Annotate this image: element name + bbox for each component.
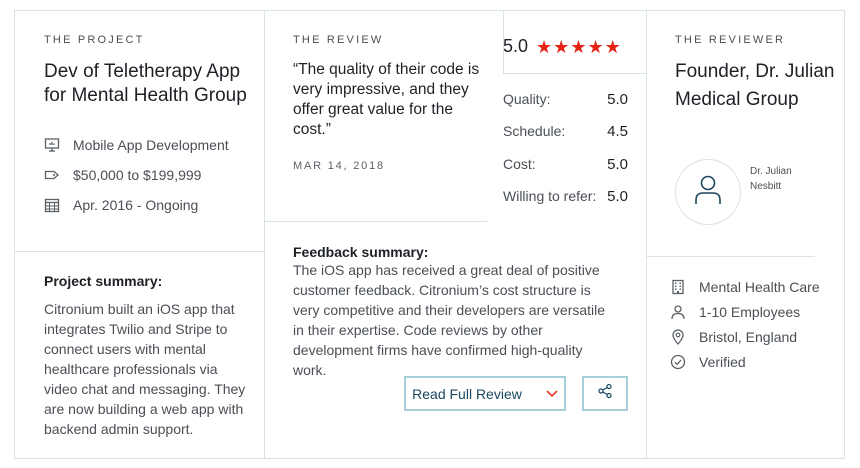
project-divider — [15, 251, 264, 252]
reviewer-meta-size: 1-10 Employees — [670, 302, 830, 322]
reviewer-meta-text: Mental Health Care — [699, 279, 820, 295]
user-icon — [693, 174, 723, 211]
share-button[interactable] — [582, 376, 628, 411]
avatar — [675, 159, 741, 225]
review-eyebrow: THE REVIEW — [293, 34, 384, 46]
rating-willing-to-refer: Willing to refer: 5.0 — [503, 188, 628, 205]
review-section: THE REVIEW “The quality of their code is… — [293, 34, 493, 172]
review-date: MAR 14, 2018 — [293, 160, 385, 172]
star-icon: ★ — [604, 36, 621, 57]
person-icon — [670, 304, 686, 320]
reviewer-meta-industry: Mental Health Care — [670, 277, 830, 297]
reviewer-title: Founder, Dr. Julian Medical Group — [675, 61, 835, 110]
star-rating: ★ ★ ★ ★ ★ — [536, 38, 622, 56]
star-icon: ★ — [570, 36, 587, 57]
project-summary-heading: Project summary: — [44, 273, 163, 289]
project-meta-service: Mobile App Development — [44, 130, 254, 160]
rating-label: Cost: — [503, 156, 536, 172]
feedback-summary: Feedback summary: The iOS app has receiv… — [293, 244, 618, 380]
reviewer-eyebrow: THE REVIEWER — [675, 34, 786, 46]
overall-divider — [503, 73, 646, 74]
overall-score: 5.0 — [503, 36, 529, 56]
read-full-review-button[interactable]: Read Full Review — [404, 376, 566, 411]
rating-value: 5.0 — [607, 91, 628, 108]
column-divider — [264, 11, 265, 458]
rating-value: 4.5 — [607, 123, 628, 140]
reviewer-meta-verified: Verified — [670, 352, 830, 372]
star-icon: ★ — [553, 36, 570, 57]
star-icon: ★ — [536, 36, 553, 57]
project-meta-text: Mobile App Development — [73, 137, 229, 153]
project-title: Dev of Teletherapy App for Mental Health… — [44, 61, 247, 106]
project-eyebrow: THE PROJECT — [44, 34, 145, 46]
location-pin-icon — [670, 329, 686, 345]
rating-label: Quality: — [503, 91, 551, 107]
read-full-review-label: Read Full Review — [412, 385, 522, 402]
reviewer-meta-list: Mental Health Care 1-10 Employees Bristo… — [670, 277, 830, 377]
overall-rating: 5.0 ★ ★ ★ ★ ★ — [503, 36, 622, 57]
review-divider — [265, 221, 487, 222]
rating-label: Willing to refer: — [503, 188, 597, 204]
rating-value: 5.0 — [607, 188, 628, 205]
share-icon — [597, 383, 613, 404]
price-tag-icon — [44, 167, 60, 183]
reviewer-meta-location: Bristol, England — [670, 327, 830, 347]
rating-value: 5.0 — [607, 156, 628, 173]
review-quote: “The quality of their code is very impre… — [293, 61, 480, 138]
project-summary: Project summary: Citronium built an iOS … — [44, 273, 254, 439]
rating-schedule: Schedule: 4.5 — [503, 123, 628, 140]
monitor-icon — [44, 137, 60, 153]
reviewer-meta-text: Bristol, England — [699, 329, 798, 345]
reviewer-meta-text: 1-10 Employees — [699, 304, 801, 320]
chevron-down-icon — [546, 386, 558, 401]
reviewer-divider — [647, 256, 815, 257]
calendar-icon — [44, 197, 60, 213]
feedback-text: The iOS app has received a great deal of… — [293, 262, 606, 378]
column-divider — [646, 11, 647, 458]
reviewer-name: Dr. Julian Nesbitt — [750, 166, 792, 192]
project-summary-text: Citronium built an iOS app that integrat… — [44, 301, 246, 437]
rating-cost: Cost: 5.0 — [503, 156, 628, 173]
star-icon: ★ — [587, 36, 604, 57]
project-meta-budget: $50,000 to $199,999 — [44, 160, 254, 190]
rating-quality: Quality: 5.0 — [503, 91, 628, 108]
check-circle-icon — [670, 354, 686, 370]
reviewer-section: THE REVIEWER Founder, Dr. Julian Medical… — [675, 34, 835, 114]
project-meta-text: Apr. 2016 - Ongoing — [73, 197, 199, 213]
feedback-heading: Feedback summary: — [293, 244, 429, 260]
project-meta-dates: Apr. 2016 - Ongoing — [44, 190, 254, 220]
rating-label: Schedule: — [503, 123, 566, 139]
project-meta-text: $50,000 to $199,999 — [73, 167, 202, 183]
building-icon — [670, 279, 686, 295]
reviewer-meta-text: Verified — [699, 354, 746, 370]
project-meta-list: Mobile App Development $50,000 to $199,9… — [44, 130, 254, 220]
project-section: THE PROJECT Dev of Teletherapy App for M… — [44, 34, 254, 220]
